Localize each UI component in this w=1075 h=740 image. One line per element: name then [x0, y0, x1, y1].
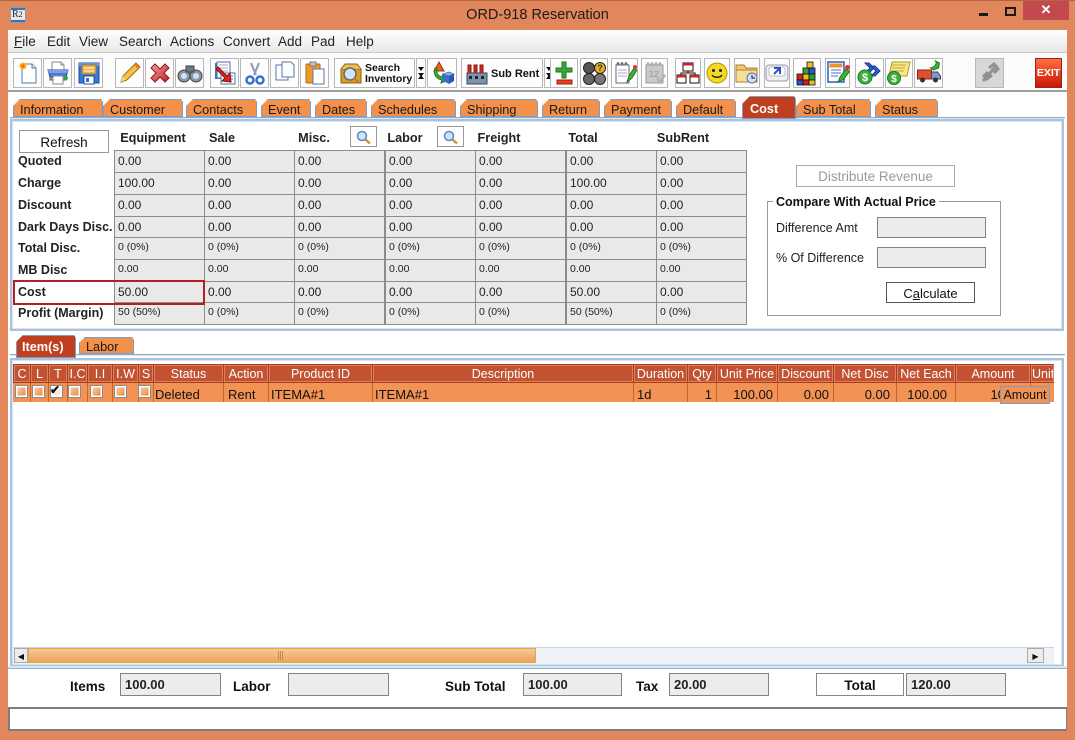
svg-text:$: $ [861, 72, 867, 84]
svg-text:12: 12 [648, 69, 658, 79]
svg-text:?: ? [597, 63, 603, 73]
svg-text:$: $ [891, 74, 897, 85]
